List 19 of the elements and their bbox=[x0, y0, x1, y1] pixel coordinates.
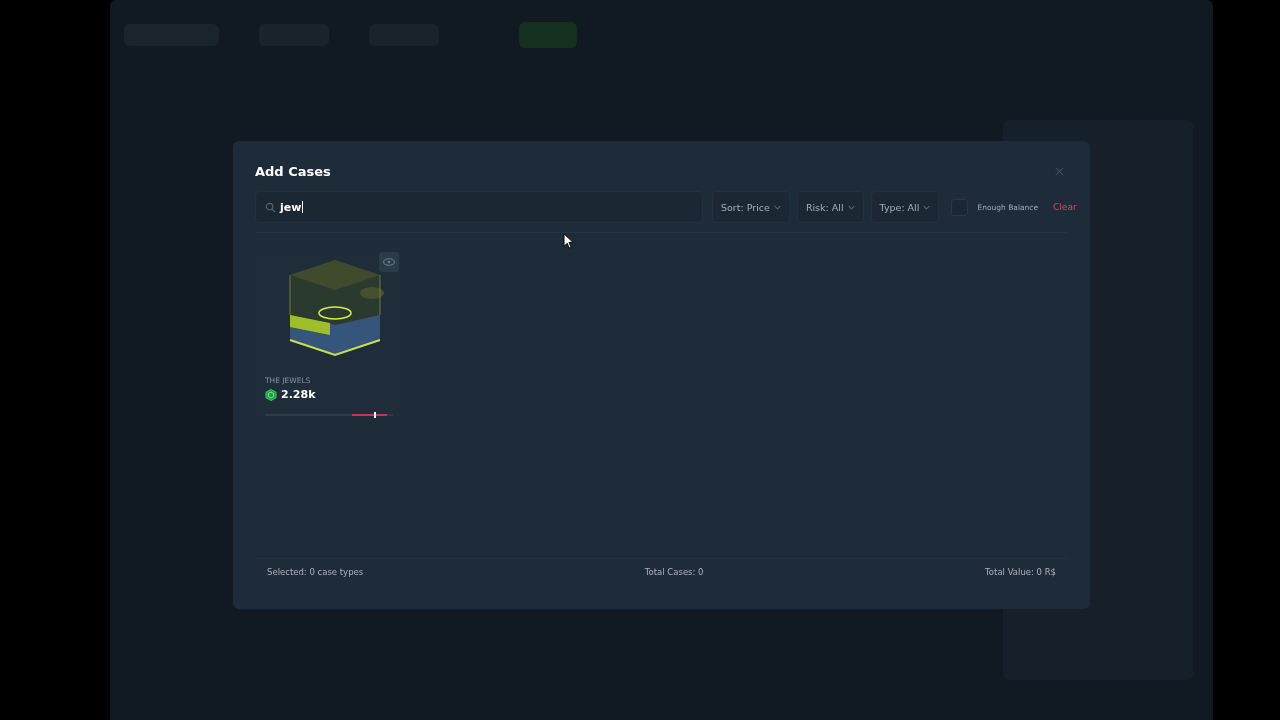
search-field[interactable]: jew bbox=[255, 191, 703, 223]
chevron-down-icon bbox=[773, 204, 781, 210]
modal-title: Add Cases bbox=[255, 163, 331, 179]
filter-dropdown[interactable]: Risk: All bbox=[796, 191, 864, 223]
chevron-down-icon bbox=[923, 204, 931, 210]
total-value: Total Value: 0 R$ bbox=[985, 567, 1056, 577]
total-cases: Total Cases: 0 bbox=[644, 567, 704, 577]
search-value: jew bbox=[280, 200, 302, 214]
eye-icon[interactable] bbox=[379, 252, 399, 272]
chevron-down-icon bbox=[847, 204, 855, 210]
clear-link[interactable]: Clear bbox=[1053, 202, 1077, 212]
hexagon-coin-icon bbox=[265, 388, 277, 401]
filter-dropdown[interactable]: Sort: Price bbox=[712, 191, 790, 223]
case-price: 2.28k bbox=[281, 388, 316, 401]
close-icon[interactable] bbox=[1055, 166, 1064, 176]
selected-count: Selected: 0 case types bbox=[267, 567, 364, 577]
mouse-cursor-icon bbox=[563, 233, 574, 249]
search-icon bbox=[265, 201, 276, 213]
filter-dropdown[interactable]: Type: All bbox=[870, 191, 940, 223]
